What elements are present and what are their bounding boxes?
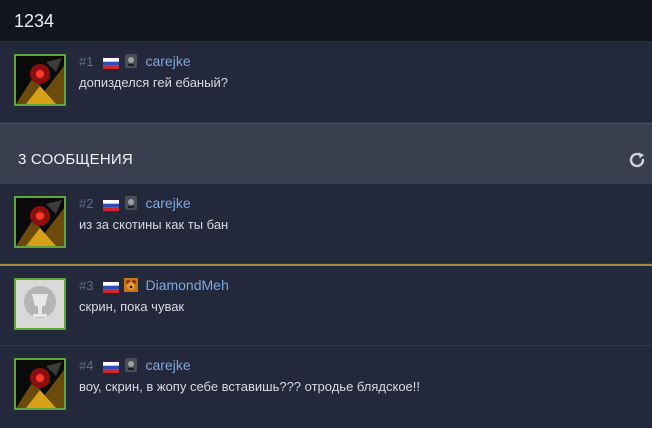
bear-badge-icon (123, 277, 139, 293)
russia-flag-icon (103, 198, 120, 211)
section-title: 3 СООБЩЕНИЯ (18, 151, 133, 168)
username-link[interactable]: carejke (145, 195, 190, 211)
post-message: допизделся гей ебаный? (79, 75, 228, 90)
username-link[interactable]: carejke (145, 53, 190, 69)
post-number[interactable]: #2 (79, 196, 93, 211)
post-number[interactable]: #3 (79, 278, 93, 293)
user-avatar[interactable] (14, 196, 66, 248)
user-avatar[interactable] (14, 278, 66, 330)
post-number[interactable]: #1 (79, 54, 93, 69)
russia-flag-icon (103, 280, 120, 293)
user-avatar[interactable] (14, 54, 66, 106)
post-1: #1 carejke допизделся гей ебаный? (0, 42, 652, 123)
username-link[interactable]: DiamondMeh (145, 277, 228, 293)
username-link[interactable]: carejke (145, 357, 190, 373)
post-3: #3 DiamondMeh скрин, пока чувак (0, 266, 652, 346)
post-message: воу, скрин, в жопу себе вставишь??? отро… (79, 379, 421, 394)
user-avatar[interactable] (14, 358, 66, 410)
post-4: #4 carejke воу, скрин, в жопу себе встав… (0, 346, 652, 428)
window-title: 1234 (0, 0, 652, 42)
dark-badge-icon (123, 53, 139, 69)
post-number[interactable]: #4 (79, 358, 93, 373)
russia-flag-icon (103, 360, 120, 373)
post-message: из за скотины как ты бан (79, 217, 229, 232)
post-message: скрин, пока чувак (79, 299, 185, 314)
russia-flag-icon (103, 56, 120, 69)
dark-badge-icon (123, 357, 139, 373)
replies-section-header: 3 СООБЩЕНИЯ (0, 123, 652, 184)
dark-badge-icon (123, 195, 139, 211)
refresh-icon[interactable] (628, 151, 646, 169)
post-2: #2 carejke из за скотины как ты бан (0, 184, 652, 264)
